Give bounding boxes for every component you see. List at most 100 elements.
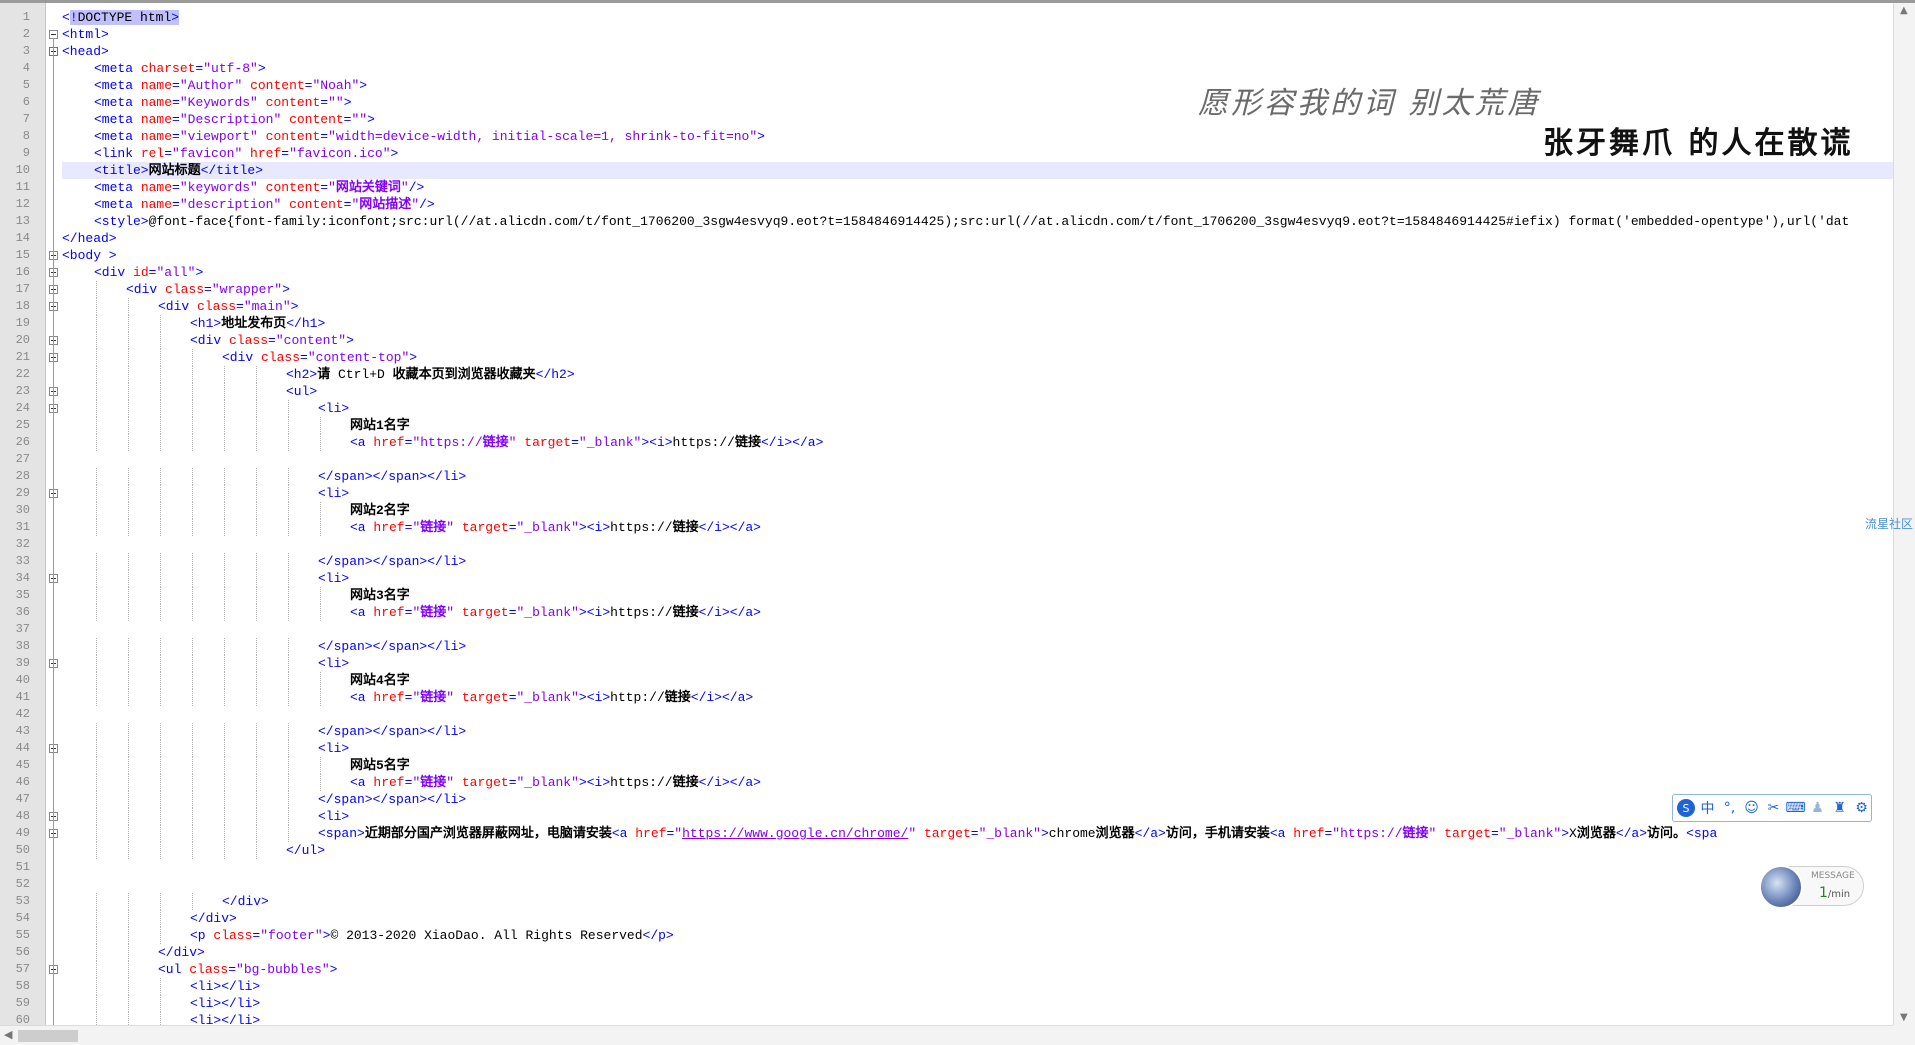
code-line[interactable]: <span>近期部分国产浏览器屏蔽网址，电脑请安装<a href="https:…	[62, 825, 1893, 842]
code-line[interactable]: <meta name="description" content="网站描述"/…	[62, 196, 1893, 213]
code-line[interactable]: <li></li>	[62, 978, 1893, 995]
code-line[interactable]: </span></span></li>	[62, 791, 1893, 808]
code-line[interactable]: </div>	[62, 944, 1893, 961]
indent-guide	[256, 842, 257, 859]
code-line[interactable]	[62, 536, 1893, 553]
sogou-logo-icon[interactable]: S	[1677, 799, 1695, 817]
code-line[interactable]: <li>	[62, 400, 1893, 417]
code-line[interactable]: <h1>地址发布页</h1>	[62, 315, 1893, 332]
line-number: 24	[15, 401, 30, 415]
code-line[interactable]: <meta charset="utf-8">	[62, 60, 1893, 77]
code-token: name	[140, 78, 173, 93]
code-line[interactable]: </div>	[62, 910, 1893, 927]
code-token: 链接	[482, 435, 509, 450]
code-line[interactable]: </span></span></li>	[62, 723, 1893, 740]
code-line[interactable]: 网站5名字	[62, 757, 1893, 774]
code-line[interactable]: </span></span></li>	[62, 553, 1893, 570]
code-line[interactable]: <div class="main">	[62, 298, 1893, 315]
code-token: </span></span></li>	[318, 639, 467, 654]
horizontal-scroll-thumb[interactable]	[18, 1030, 78, 1042]
code-line[interactable]: <div class="wrapper">	[62, 281, 1893, 298]
code-line[interactable]: <li>	[62, 808, 1893, 825]
code-line[interactable]: <a href="链接" target="_blank"><i>https://…	[62, 604, 1893, 621]
indent-guide	[192, 808, 193, 825]
code-line[interactable]: <li></li>	[62, 995, 1893, 1012]
code-line[interactable]: <ul>	[62, 383, 1893, 400]
code-line[interactable]: 网站1名字	[62, 417, 1893, 434]
code-line[interactable]: <style>@font-face{font-family:iconfont;s…	[62, 213, 1893, 230]
indent-guide	[160, 723, 161, 740]
line-number: 59	[15, 996, 30, 1010]
code-line[interactable]: <div class="content">	[62, 332, 1893, 349]
code-line[interactable]: </div>	[62, 893, 1893, 910]
line-number: 23	[15, 384, 30, 398]
scroll-down-arrow-icon[interactable]: ▼	[1900, 1012, 1908, 1023]
code-token: target	[524, 435, 572, 450]
code-token: </h2>	[535, 367, 575, 382]
code-token: ""	[351, 112, 368, 127]
code-line[interactable]	[62, 706, 1893, 723]
code-line[interactable]: <li>	[62, 740, 1893, 757]
code-token: "footer"	[260, 928, 323, 943]
indent-guide	[256, 366, 257, 383]
code-line[interactable]	[62, 621, 1893, 638]
code-line[interactable]: <head>	[62, 43, 1893, 60]
user-icon[interactable]: ♟	[1808, 799, 1827, 818]
code-line[interactable]: <!DOCTYPE html>	[62, 9, 1893, 26]
code-line[interactable]: <li>	[62, 570, 1893, 587]
code-line[interactable]	[62, 876, 1893, 893]
code-line[interactable]: <a href="链接" target="_blank"><i>http://链…	[62, 689, 1893, 706]
code-line[interactable]: 网站2名字	[62, 502, 1893, 519]
code-line[interactable]	[62, 451, 1893, 468]
code-token: 网站2名字	[350, 503, 410, 518]
line-number: 36	[15, 605, 30, 619]
code-line[interactable]: <div class="content-top">	[62, 349, 1893, 366]
code-token: "_blank"	[516, 520, 579, 535]
tools-icon[interactable]: ✂	[1764, 799, 1783, 818]
code-line[interactable]: <a href="链接" target="_blank"><i>https://…	[62, 519, 1893, 536]
message-rate-widget[interactable]: MESSAGE 1/min	[1759, 865, 1864, 909]
ime-toolbar[interactable]: S 中 °, ☺ ✂ ⌨ ♟ ♜ ⚙	[1672, 794, 1872, 822]
code-line[interactable]: <meta name="Keywords" content="">	[62, 94, 1893, 111]
indent-guide	[128, 315, 129, 332]
vertical-scrollbar[interactable]: ▲ ▼	[1893, 3, 1915, 1025]
code-line[interactable]: <body >	[62, 247, 1893, 264]
code-line[interactable]: <li>	[62, 655, 1893, 672]
code-line[interactable]: </span></span></li>	[62, 638, 1893, 655]
skin-icon[interactable]: ♜	[1830, 799, 1849, 818]
settings-icon[interactable]: ⚙	[1852, 799, 1871, 818]
code-line[interactable]: <title>网站标题</title>	[62, 162, 1893, 179]
code-line[interactable]: <a href="https://链接" target="_blank"><i>…	[62, 434, 1893, 451]
line-number: 31	[15, 520, 30, 534]
code-line[interactable]: <meta name="keywords" content="网站关键词"/>	[62, 179, 1893, 196]
code-line[interactable]: 网站4名字	[62, 672, 1893, 689]
code-line[interactable]: </ul>	[62, 842, 1893, 859]
code-line[interactable]: <a href="链接" target="_blank"><i>https://…	[62, 774, 1893, 791]
code-token: </i></a>	[690, 690, 754, 705]
code-line[interactable]: <h2>请 Ctrl+D 收藏本页到浏览器收藏夹</h2>	[62, 366, 1893, 383]
code-line[interactable]: 网站3名字	[62, 587, 1893, 604]
code-token: </a>	[1134, 826, 1166, 841]
code-line[interactable]: </head>	[62, 230, 1893, 247]
scroll-left-arrow-icon[interactable]: ◀	[4, 1028, 12, 1041]
code-line[interactable]: </span></span></li>	[62, 468, 1893, 485]
scroll-up-arrow-icon[interactable]: ▲	[1900, 5, 1908, 16]
code-line[interactable]: <html>	[62, 26, 1893, 43]
punctuation-icon[interactable]: °,	[1720, 799, 1739, 818]
code-line[interactable]	[62, 859, 1893, 876]
horizontal-scrollbar[interactable]: ◀	[0, 1025, 1893, 1045]
code-line[interactable]: <li>	[62, 485, 1893, 502]
code-line[interactable]: <meta name="Author" content="Noah">	[62, 77, 1893, 94]
code-line[interactable]: <div id="all">	[62, 264, 1893, 281]
indent-guide	[160, 995, 161, 1012]
code-line[interactable]: <p class="footer">© 2013-2020 XiaoDao. A…	[62, 927, 1893, 944]
chinese-mode-icon[interactable]: 中	[1698, 799, 1717, 818]
code-token: =	[1490, 826, 1499, 841]
code-token: "description"	[179, 197, 290, 212]
code-line[interactable]: <ul class="bg-bubbles">	[62, 961, 1893, 978]
emoji-icon[interactable]: ☺	[1742, 799, 1761, 818]
line-number: 46	[15, 775, 30, 789]
code-line[interactable]: <li></li>	[62, 1012, 1893, 1025]
side-community-link[interactable]: 流星社区	[1865, 515, 1913, 532]
keyboard-icon[interactable]: ⌨	[1785, 799, 1805, 818]
